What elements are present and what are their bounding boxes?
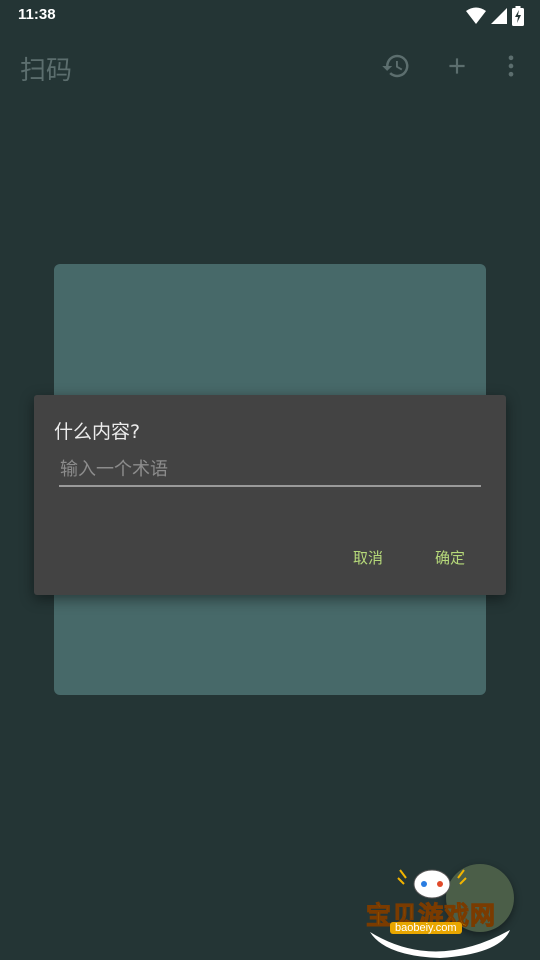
signal-icon [490,7,508,29]
status-bar: 11:38 [0,0,540,32]
watermark-url: baobeiy.com [390,922,462,934]
more-options-button[interactable] [495,50,527,82]
history-button[interactable] [380,50,412,82]
watermark-logo: 宝贝游戏网 baobeiy.com [360,862,535,960]
wifi-icon [466,7,486,29]
history-icon [382,54,409,78]
cancel-button[interactable]: 取消 [347,543,389,572]
status-time: 11:38 [18,6,56,23]
dialog-title: 什么内容? [54,421,141,443]
status-icons [466,6,524,30]
term-input[interactable] [59,453,481,487]
more-vert-icon [508,55,514,77]
confirm-button[interactable]: 确定 [429,543,471,572]
page-title: 扫码 [20,56,73,86]
app-bar: 扫码 [0,32,540,100]
battery-charging-icon [512,6,524,30]
add-icon [449,58,465,74]
add-button[interactable] [441,50,473,82]
term-dialog: 什么内容? 取消 确定 [34,395,506,595]
